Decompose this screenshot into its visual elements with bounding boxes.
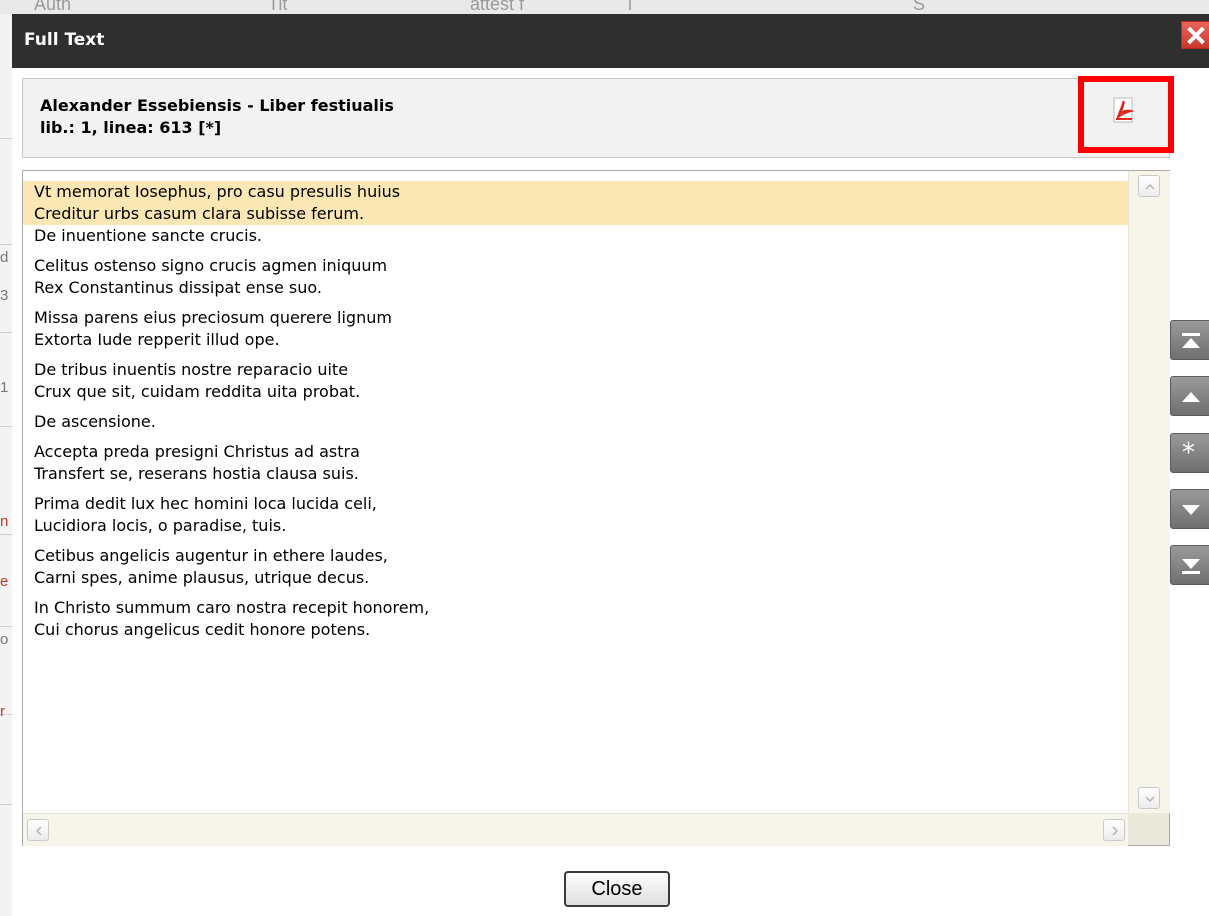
passage: De tribus inuentis nostre reparacio uite… — [23, 359, 1128, 403]
text-line: De inuentione sancte crucis. — [34, 226, 262, 245]
passage: De inuentione sancte crucis. — [23, 225, 1128, 247]
scroll-right-icon[interactable] — [1103, 819, 1125, 841]
passage: Prima dedit lux hec homini loca lucida c… — [23, 493, 1128, 537]
horizontal-scrollbar[interactable] — [23, 813, 1128, 846]
passage: De ascensione. — [23, 411, 1128, 433]
last-icon[interactable] — [1170, 545, 1209, 585]
text-line: Celitus ostenso signo crucis agmen iniqu… — [34, 256, 388, 275]
passage: Cetibus angelicis augentur in ethere lau… — [23, 545, 1128, 589]
up-arrow-icon[interactable] — [1170, 376, 1209, 416]
citation-title: Alexander Essebiensis - Liber festiualis — [40, 96, 394, 115]
scroll-up-icon[interactable] — [1138, 175, 1160, 197]
down-arrow-icon[interactable] — [1170, 489, 1209, 529]
text-line: De ascensione. — [34, 412, 156, 431]
text-line: Crux que sit, cuidam reddita uita probat… — [34, 382, 361, 401]
citation-header: Alexander Essebiensis - Liber festiualis… — [22, 78, 1170, 158]
dialog-titlebar: Full Text — [12, 14, 1209, 68]
text-line: Transfert se, reserans hostia clausa sui… — [34, 464, 359, 483]
asterisk-glyph: * — [1182, 438, 1195, 468]
text-line: Creditur urbs casum clara subisse ferum. — [34, 204, 365, 223]
text-line: Missa parens eius preciosum querere lign… — [34, 308, 392, 327]
text-line: Lucidiora locis, o paradise, tuis. — [34, 516, 287, 535]
asterisk-icon[interactable]: * — [1170, 433, 1209, 473]
first-icon[interactable] — [1170, 320, 1209, 360]
bg-header-fragment: Tit — [268, 0, 288, 14]
close-x-icon[interactable] — [1181, 21, 1209, 49]
text-line: Cetibus angelicis augentur in ethere lau… — [34, 546, 388, 565]
passage: Missa parens eius preciosum querere lign… — [23, 307, 1128, 351]
bg-header-fragment: l — [628, 0, 632, 14]
passage: In Christo summum caro nostra recepit ho… — [23, 597, 1128, 641]
text-line: Rex Constantinus dissipat ense suo. — [34, 278, 322, 297]
background-header: Auth Tit attest f l S — [0, 0, 1209, 15]
text-line: Vt memorat Iosephus, pro casu presulis h… — [34, 182, 401, 201]
scroll-corner — [1128, 813, 1169, 845]
text-line: Extorta Iude repperit illud ope. — [34, 330, 280, 349]
full-text-panel[interactable]: Vt memorat Iosephus, pro casu presulis h… — [22, 170, 1170, 846]
pdf-icon[interactable] — [1111, 97, 1137, 123]
bg-header-fragment: attest f — [470, 0, 525, 14]
dialog-title: Full Text — [24, 30, 105, 50]
text-line: In Christo summum caro nostra recepit ho… — [34, 598, 430, 617]
scroll-down-icon[interactable] — [1138, 787, 1160, 809]
vertical-scrollbar[interactable] — [1128, 171, 1170, 813]
bg-header-fragment: S — [913, 0, 926, 14]
text-line: Prima dedit lux hec homini loca lucida c… — [34, 494, 377, 513]
passage-highlighted: Vt memorat Iosephus, pro casu presulis h… — [23, 181, 1128, 225]
full-text-dialog: Full Text Alexander Essebiensis - Liber … — [12, 14, 1209, 916]
citation-reference: lib.: 1, linea: 613 [*] — [40, 118, 222, 137]
text-line: De tribus inuentis nostre reparacio uite — [34, 360, 349, 379]
text-line: Accepta preda presigni Christus ad astra — [34, 442, 360, 461]
passage: Accepta preda presigni Christus ad astra… — [23, 441, 1128, 485]
text-content: Vt memorat Iosephus, pro casu presulis h… — [23, 171, 1128, 813]
text-line: Cui chorus angelicus cedit honore potens… — [34, 620, 371, 639]
scroll-left-icon[interactable] — [27, 819, 49, 841]
text-line: Carni spes, anime plausus, utrique decus… — [34, 568, 370, 587]
bg-header-fragment: Auth — [34, 0, 72, 14]
close-button[interactable]: Close — [564, 871, 670, 907]
passage: Celitus ostenso signo crucis agmen iniqu… — [23, 255, 1128, 299]
